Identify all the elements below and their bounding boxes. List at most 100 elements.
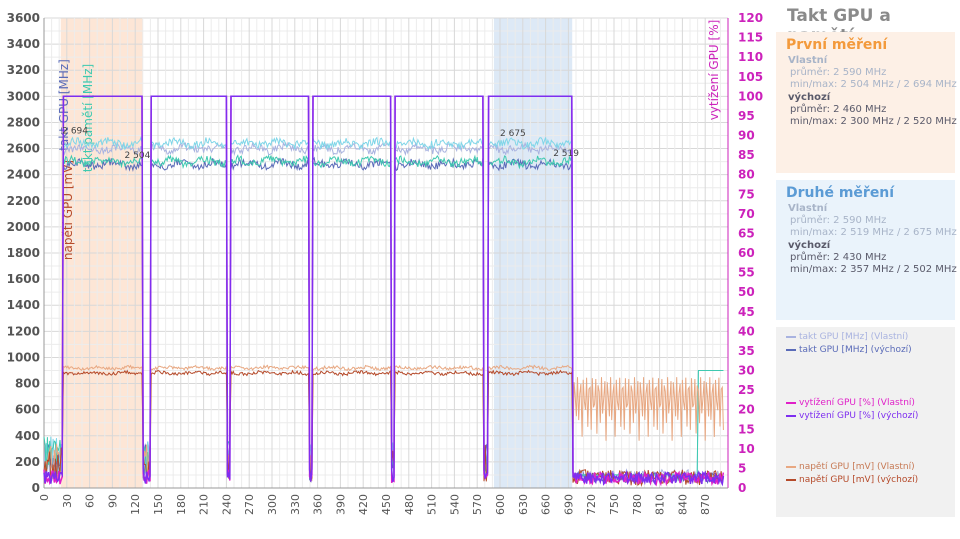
left-tick-label: 2000 [7,220,40,234]
right-tick-label: 80 [738,168,755,182]
x-tick-label: 90 [106,494,119,508]
x-tick-label: 840 [676,494,689,515]
data-annotation: 2 675 [500,129,526,139]
left-tick-label: 1400 [7,298,40,312]
right-tick-label: 60 [738,246,755,260]
right-axis-label: vytížení GPU [%] [707,20,721,121]
legend-label: takt GPU [MHz] (výchozí) [799,345,912,355]
x-tick-label: 540 [448,494,461,515]
x-tick-label: 870 [699,494,712,515]
right-tick-label: 120 [738,11,763,25]
legend-item-util-custom: vytížení GPU [%] (Vlastní) [786,398,915,408]
left-tick-label: 3200 [7,63,40,77]
right-tick-label: 70 [738,207,755,221]
x-tick-label: 600 [494,494,507,515]
x-tick-label: 660 [540,494,553,515]
right-tick-label: 95 [738,109,755,123]
left-tick-label: 2800 [7,115,40,129]
second-default-minmax: min/max: 2 357 MHz / 2 502 MHz [790,264,957,275]
second-default-avg: průměr: 2 430 MHz [790,252,887,263]
right-tick-label: 50 [738,285,755,299]
x-tick-label: 630 [517,494,530,515]
x-tick-label: 210 [198,494,211,515]
second-default-label: výchozí [788,240,831,251]
left-tick-label: 0 [32,481,40,495]
x-tick-label: 270 [243,494,256,515]
gpu-clock-chart: 0200400600800100012001400160018002000220… [7,11,763,515]
right-tick-label: 0 [738,481,746,495]
x-tick-label: 720 [585,494,598,515]
right-tick-label: 85 [738,148,755,162]
x-tick-label: 420 [357,494,370,515]
legend-label: vytížení GPU [%] (výchozí) [799,411,919,421]
left-tick-label: 1800 [7,246,40,260]
x-tick-label: 780 [631,494,644,515]
x-tick-label: 0 [38,494,51,501]
data-annotation: 2 504 [125,151,151,161]
right-tick-label: 15 [738,422,755,436]
left-tick-label: 800 [15,377,40,391]
x-tick-label: 120 [129,494,142,515]
right-tick-label: 100 [738,89,763,103]
right-tick-label: 10 [738,442,755,456]
right-tick-label: 40 [738,324,755,338]
right-tick-label: 115 [738,31,763,45]
left-tick-label: 3000 [7,89,40,103]
first-default-minmax: min/max: 2 300 MHz / 2 520 MHz [790,116,957,127]
left-tick-label: 600 [15,403,40,417]
x-tick-label: 180 [175,494,188,515]
left-tick-label: 2200 [7,194,40,208]
x-tick-label: 810 [654,494,667,515]
right-tick-label: 5 [738,461,746,475]
first-custom-minmax: min/max: 2 504 MHz / 2 694 MHz [790,79,957,90]
right-tick-label: 90 [738,129,755,143]
left-tick-label: 2600 [7,142,40,156]
left-tick-label: 3600 [7,11,40,25]
x-tick-label: 690 [562,494,575,515]
left-tick-label: 400 [15,429,40,443]
left-tick-label: 1200 [7,324,40,338]
x-tick-label: 240 [220,494,233,515]
x-tick-label: 450 [380,494,393,515]
legend-label: vytížení GPU [%] (Vlastní) [799,398,915,408]
right-tick-label: 35 [738,344,755,358]
data-annotation: 2 694 [62,126,88,136]
right-tick-label: 110 [738,50,763,64]
right-tick-label: 30 [738,364,755,378]
x-tick-label: 510 [426,494,439,515]
x-tick-label: 30 [61,494,74,508]
left-tick-label: 1000 [7,350,40,364]
x-tick-label: 300 [266,494,279,515]
right-tick-label: 25 [738,383,755,397]
first-custom-avg: průměr: 2 590 MHz [790,67,887,78]
x-tick-label: 390 [334,494,347,515]
right-tick-label: 20 [738,403,755,417]
right-tick-label: 105 [738,70,763,84]
right-tick-label: 45 [738,305,755,319]
second-measurement-box: Druhé měření Vlastní průměr: 2 590 MHz m… [776,180,957,320]
left-tick-label: 1600 [7,272,40,286]
first-default-label: výchozí [788,92,831,103]
second-custom-avg: průměr: 2 590 MHz [790,215,887,226]
first-custom-label: Vlastní [788,55,828,66]
legend-item-gpu-custom: takt GPU [MHz] (Vlastní) [786,332,908,342]
left-axis-label: takt pamětí [MHz] [81,64,95,172]
x-tick-label: 570 [471,494,484,515]
x-tick-label: 360 [312,494,325,515]
left-tick-label: 2400 [7,168,40,182]
data-annotation: 2 519 [553,149,579,159]
left-tick-label: 200 [15,455,40,469]
x-tick-label: 150 [152,494,165,515]
legend-item-util-default: vytížení GPU [%] (výchozí) [786,411,918,421]
right-tick-label: 65 [738,226,755,240]
legend-label: napětí GPU [mV] (výchozí) [799,475,919,485]
legend-item-volt-custom: napětí GPU [mV] (Vlastní) [786,462,915,472]
second-measurement-heading: Druhé měření [786,185,895,201]
x-tick-label: 480 [403,494,416,515]
x-tick-label: 60 [84,494,97,508]
second-custom-label: Vlastní [788,203,828,214]
first-measurement-box: První měření Vlastní průměr: 2 590 MHz m… [776,32,957,173]
right-tick-label: 75 [738,187,755,201]
first-default-avg: průměr: 2 460 MHz [790,104,887,115]
second-custom-minmax: min/max: 2 519 MHz / 2 675 MHz [790,227,957,238]
